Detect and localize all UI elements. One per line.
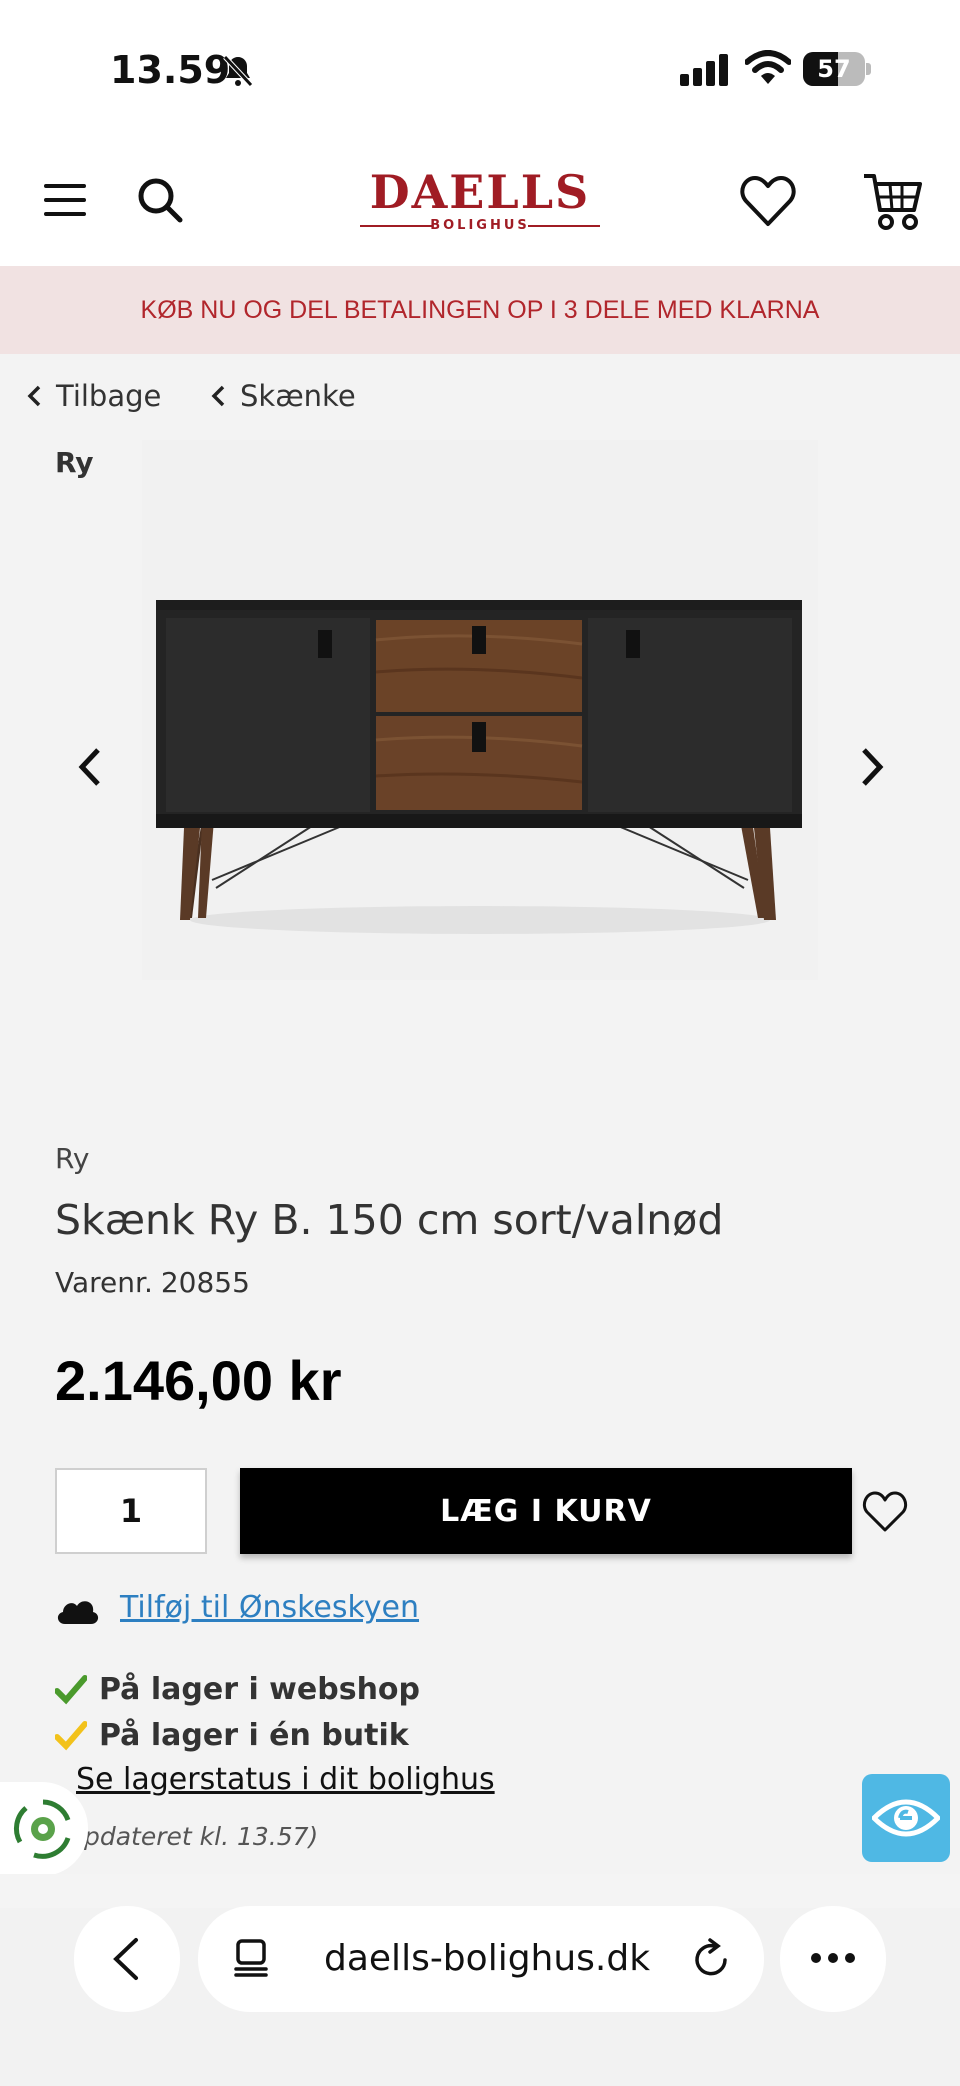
breadcrumb-back[interactable]: Tilbage <box>26 374 161 418</box>
sku-value: 20855 <box>160 1266 250 1299</box>
cart-icon[interactable] <box>862 170 924 232</box>
battery-level: 57 <box>817 55 851 83</box>
quantity-input[interactable] <box>55 1468 207 1554</box>
logo-brand: DAELLS <box>369 165 591 219</box>
tab-overview-icon <box>234 1939 268 1977</box>
eco-badge[interactable] <box>0 1782 88 1876</box>
product-brand[interactable]: Ry <box>55 1142 90 1175</box>
store-stock-status-link[interactable]: Se lagerstatus i dit bolighus <box>76 1762 495 1797</box>
reload-icon[interactable] <box>692 1938 732 1980</box>
daells-logo[interactable]: DAELLS BOLIGHUS <box>360 168 600 234</box>
battery-icon: 57 <box>803 52 871 86</box>
stock-updated-text: pdateret kl. 13.57) <box>84 1822 319 1851</box>
accessibility-eye-badge[interactable] <box>862 1774 950 1862</box>
site-header: DAELLS BOLIGHUS <box>0 140 960 266</box>
breadcrumb-category[interactable]: Skænke <box>210 374 356 418</box>
sku-label: Varenr. <box>55 1266 153 1299</box>
status-time: 13.59 <box>110 48 231 92</box>
battery-body: 57 <box>803 52 865 86</box>
more-dots-icon <box>811 1953 855 1963</box>
chevron-left-icon <box>27 385 41 407</box>
address-bar[interactable]: daells-bolighus.dk <box>198 1906 764 2012</box>
add-to-wishcloud-link[interactable]: Tilføj til Ønskeskyen <box>120 1590 419 1625</box>
browser-back-button[interactable] <box>74 1906 180 2012</box>
product-image[interactable] <box>142 440 818 980</box>
checkmark-icon <box>55 1720 87 1750</box>
toolbar-fade <box>0 1874 960 1908</box>
cellular-signal-icon <box>680 54 728 86</box>
product-sku: Varenr. 20855 <box>55 1266 250 1299</box>
address-bar-domain: daells-bolighus.dk <box>324 1938 651 1979</box>
chevron-left-icon <box>113 1938 138 1980</box>
breadcrumb-back-label: Tilbage <box>56 379 162 413</box>
checkmark-icon <box>55 1674 87 1704</box>
stock-store-label: På lager i én butik <box>99 1718 409 1753</box>
browser-toolbar: daells-bolighus.dk <box>0 1874 960 2086</box>
heart-icon[interactable] <box>740 174 796 228</box>
chevron-left-icon <box>211 385 225 407</box>
cloud-icon <box>57 1601 99 1624</box>
bell-muted-icon <box>223 55 253 87</box>
add-to-cart-button[interactable]: LÆG I KURV <box>240 1468 852 1554</box>
status-bar: 13.59 57 <box>0 0 960 140</box>
recycle-icon <box>13 1799 71 1859</box>
battery-tip <box>866 63 871 75</box>
logo-subrow: BOLIGHUS <box>360 216 600 234</box>
stock-store: På lager i én butik <box>55 1718 409 1753</box>
gallery-brand-tag: Ry <box>55 446 94 479</box>
stock-webshop-label: På lager i webshop <box>99 1672 421 1707</box>
sideboard-illustration <box>156 600 802 934</box>
eye-icon <box>872 1799 940 1837</box>
breadcrumb: Tilbage Skænke <box>0 374 960 418</box>
heart-icon[interactable] <box>862 1490 908 1534</box>
search-icon[interactable] <box>136 176 184 224</box>
product-price: 2.146,00 kr <box>55 1349 342 1412</box>
stock-webshop: På lager i webshop <box>55 1672 420 1707</box>
product-title: Skænk Ry B. 150 cm sort/valnød <box>55 1196 724 1244</box>
chevron-left-icon[interactable] <box>70 742 110 792</box>
klarna-promo-banner[interactable]: KØB NU OG DEL BETALINGEN OP I 3 DELE MED… <box>0 266 960 354</box>
chevron-right-icon[interactable] <box>852 742 892 792</box>
menu-icon[interactable] <box>44 182 86 218</box>
logo-sub: BOLIGHUS <box>430 218 530 233</box>
product-page: 13.59 57 DAELLS BOLIGHUS KØB NU OG DEL B… <box>0 0 960 2086</box>
wifi-icon <box>745 50 791 84</box>
breadcrumb-category-label: Skænke <box>240 379 356 413</box>
browser-more-button[interactable] <box>780 1906 886 2012</box>
